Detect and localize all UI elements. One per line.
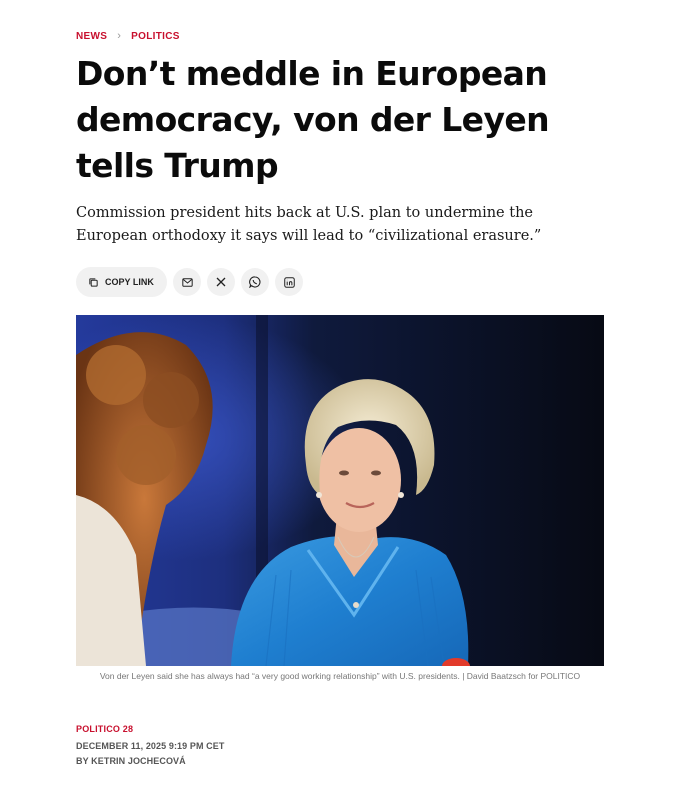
share-x-button[interactable] bbox=[207, 268, 235, 296]
article-dek: Commission president hits back at U.S. p… bbox=[76, 205, 542, 244]
copy-icon bbox=[88, 277, 99, 288]
publish-date: DECEMBER 11, 2025 9:19 PM CET bbox=[76, 741, 225, 751]
breadcrumb: NEWS › POLITICS bbox=[76, 30, 180, 42]
author-byline[interactable]: BY KETRIN JOCHECOVÁ bbox=[76, 756, 224, 766]
x-icon bbox=[216, 277, 226, 287]
article-headline: Don’t meddle in European democracy, von … bbox=[76, 54, 550, 185]
linkedin-icon bbox=[283, 276, 295, 288]
share-email-button[interactable] bbox=[173, 268, 201, 296]
mail-icon bbox=[181, 277, 193, 287]
whatsapp-icon bbox=[249, 276, 261, 288]
copy-link-button[interactable]: COPY LINK bbox=[76, 267, 167, 297]
breadcrumb-news-link[interactable]: NEWS bbox=[76, 31, 107, 42]
share-linkedin-button[interactable] bbox=[275, 268, 303, 296]
article-meta: POLITICO 28 DECEMBER 11, 2025 9:19 PM CE… bbox=[76, 724, 224, 766]
copy-link-label: COPY LINK bbox=[105, 277, 154, 287]
photo-von-der-leyen bbox=[76, 315, 604, 666]
hero-photo bbox=[76, 315, 604, 666]
share-whatsapp-button[interactable] bbox=[241, 268, 269, 296]
share-bar: COPY LINK bbox=[76, 267, 303, 297]
photo-caption: Von der Leyen said she has always had “a… bbox=[99, 671, 581, 681]
source-label[interactable]: POLITICO 28 bbox=[76, 724, 224, 734]
breadcrumb-separator: › bbox=[117, 30, 122, 42]
breadcrumb-politics-link[interactable]: POLITICS bbox=[131, 31, 180, 42]
